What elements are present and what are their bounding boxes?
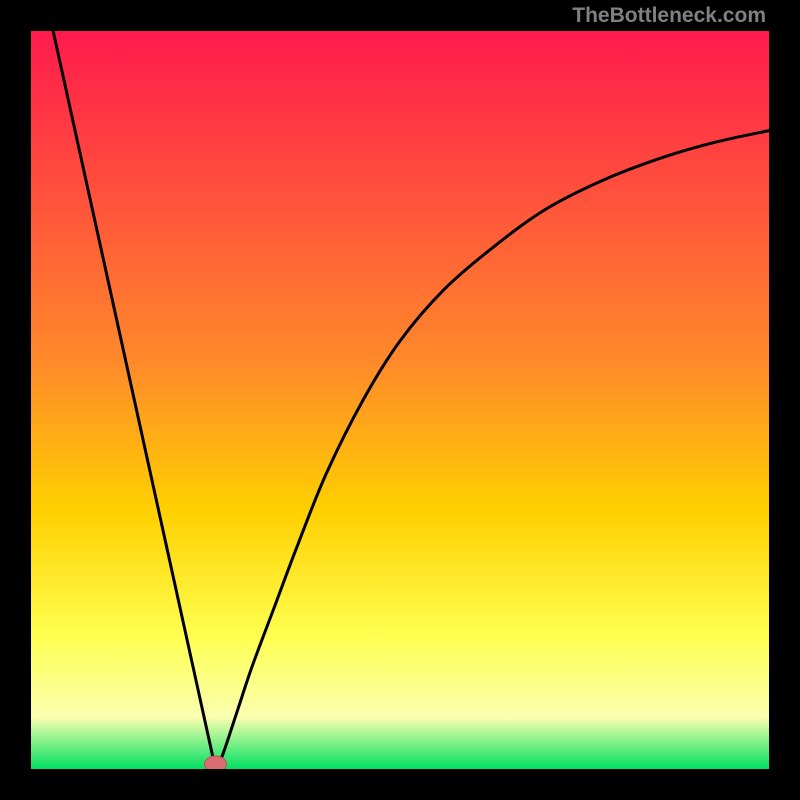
plot-area xyxy=(31,31,769,769)
chart-container: TheBottleneck.com xyxy=(0,0,800,800)
attribution-label: TheBottleneck.com xyxy=(572,4,766,28)
chart-svg xyxy=(31,31,769,769)
minimum-marker xyxy=(205,756,227,769)
gradient-background xyxy=(31,31,769,769)
